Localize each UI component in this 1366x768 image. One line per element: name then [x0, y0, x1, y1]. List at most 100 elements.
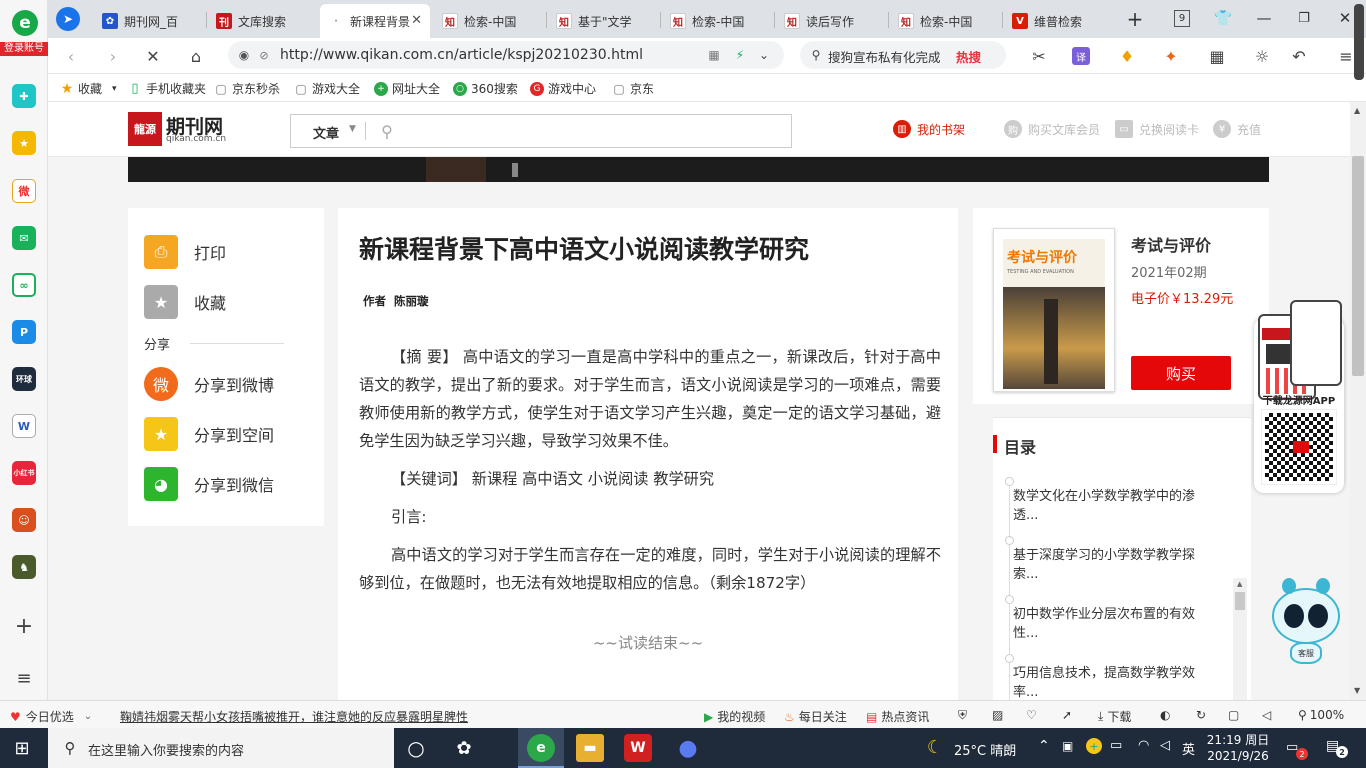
toc-item[interactable]: 巧用信息技术，提高数学教学效率...	[1013, 664, 1213, 700]
tab-1[interactable]: 刊 文库搜索	[208, 4, 320, 38]
buy-membership-link[interactable]: 购购买文库会员	[1004, 120, 1100, 138]
minimize-icon[interactable]: —	[1254, 8, 1274, 28]
tab-2-active[interactable]: · 新课程背景 ✕	[320, 4, 430, 38]
hot-news-button[interactable]: ▤ 热点资讯	[866, 708, 929, 725]
tab-5[interactable]: 知 检索-中国	[662, 4, 774, 38]
site-search-bar[interactable]: 文章 ▼ ⚲	[290, 114, 792, 148]
author-name[interactable]: 陈丽璇	[394, 294, 429, 308]
game-controller-icon[interactable]: ✦	[1160, 45, 1182, 67]
daily-focus-button[interactable]: ♨ 每日关注	[784, 708, 847, 725]
volume-icon[interactable]: ◁	[1160, 738, 1170, 753]
rocket-icon[interactable]: ➚	[1062, 708, 1072, 722]
recharge-link[interactable]: ¥ 充值	[1213, 120, 1261, 138]
task-view-icon[interactable]: ○	[402, 734, 430, 762]
tray-plus-icon[interactable]: +	[1086, 738, 1102, 754]
chevron-down-icon[interactable]: ⌄	[756, 47, 772, 63]
droplet-icon[interactable]: ●	[674, 734, 702, 762]
wifi-icon[interactable]: ◠	[1138, 738, 1149, 753]
bookmark-jd[interactable]: ▢ 京东	[612, 80, 654, 97]
shield-icon[interactable]: ⛨	[958, 708, 967, 723]
journal-cover[interactable]: 考试与评价 TESTING AND EVALUATION	[993, 228, 1115, 392]
my-video-button[interactable]: ▶ 我的视频	[704, 708, 765, 725]
image-icon[interactable]: ▨	[992, 708, 1003, 722]
today-picks[interactable]: ♥ 今日优选 ⌄	[10, 708, 92, 725]
clock-time[interactable]: 21:19 周日	[1206, 731, 1270, 748]
back-icon[interactable]: ‹	[60, 45, 82, 67]
buy-button[interactable]: 购买	[1131, 356, 1231, 390]
journal-name[interactable]: 考试与评价	[1131, 232, 1211, 256]
translate-icon[interactable]: 译	[1072, 47, 1090, 65]
window-icon[interactable]: ▢	[1228, 708, 1239, 722]
restore-icon[interactable]: ❐	[1294, 8, 1314, 28]
search-icon[interactable]: ⚲	[377, 121, 397, 141]
ime-indicator[interactable]: 英	[1182, 739, 1195, 758]
shirt-icon[interactable]: 👕	[1213, 8, 1233, 28]
toc-item[interactable]: 基于深度学习的小学数学教学探索...	[1013, 546, 1213, 584]
undo-icon[interactable]: ↶	[1288, 45, 1310, 67]
windows-start-icon[interactable]: ⊞	[12, 738, 32, 759]
no-camera-icon[interactable]: ⊘	[256, 47, 272, 63]
tab-7[interactable]: 知 检索-中国	[890, 4, 1002, 38]
redeem-card-link[interactable]: ▭ 兑换阅读卡	[1115, 120, 1199, 138]
weibo-icon[interactable]: 微	[12, 179, 36, 203]
toc-item[interactable]: 数学文化在小学数学教学中的渗透...	[1013, 487, 1213, 525]
bookmark-jd-seckill[interactable]: ▢ 京东秒杀	[214, 80, 280, 97]
toc-item[interactable]: 初中数学作业分层次布置的有效性...	[1013, 605, 1213, 643]
share-qzone-button[interactable]: ★ 分享到空间	[144, 417, 274, 451]
bookmark-sites[interactable]: + 网址大全	[374, 80, 440, 97]
add-icon[interactable]: +	[12, 614, 36, 639]
info-icon[interactable]: ◉	[236, 47, 252, 63]
window-scroll-thumb[interactable]	[1354, 4, 1364, 80]
xiaohongshu-icon[interactable]: 小红书	[12, 461, 36, 485]
star-icon[interactable]: ★	[12, 131, 36, 155]
link-icon[interactable]: ∞	[12, 273, 36, 297]
game-icon-2[interactable]: ♞	[12, 555, 36, 579]
mail-icon[interactable]: ✉	[12, 226, 36, 250]
navigation-arrow-icon[interactable]: ➤	[56, 7, 80, 31]
page-scrollbar[interactable]: ▲ ▼	[1350, 102, 1366, 700]
tab-3[interactable]: 知 检索-中国	[434, 4, 546, 38]
news-ticker-link[interactable]: 鞠婧祎烟雾天帮小女孩捂嘴被推开，谁注意她的反应暴露明星脾性	[120, 708, 468, 725]
p-icon[interactable]: P	[12, 320, 36, 344]
print-button[interactable]: ⎙ 打印	[144, 235, 226, 269]
browser-logo-icon[interactable]: e	[12, 10, 38, 36]
my-bookshelf-link[interactable]: ▥ 我的书架	[893, 120, 965, 138]
game-character-icon[interactable]: ☺	[12, 508, 36, 532]
tray-app-icon[interactable]: ▣	[1062, 739, 1073, 753]
weather-text[interactable]: 25°C 晴朗	[954, 740, 1016, 759]
scroll-thumb[interactable]	[1352, 156, 1364, 376]
sound-icon[interactable]: ◐	[1160, 708, 1170, 722]
promo-banner[interactable]	[128, 157, 1269, 182]
pinwheel-icon[interactable]: ✿	[450, 734, 478, 762]
forward-icon[interactable]: ›	[102, 45, 124, 67]
tab-8[interactable]: V 维普检索	[1004, 4, 1116, 38]
search-suggestion[interactable]: 搜狗宣布私有化完成	[828, 47, 941, 66]
tab-0[interactable]: ✿ 期刊网_百	[94, 4, 206, 38]
browser-360-icon[interactable]: e	[527, 734, 555, 762]
download-button[interactable]: ⤓ 下载	[1098, 708, 1131, 725]
customer-service-mascot[interactable]: 客服	[1270, 578, 1342, 668]
close-window-icon[interactable]: ✕	[1335, 8, 1355, 28]
brightness-icon[interactable]: ☼	[1251, 45, 1273, 67]
list-icon[interactable]: ≡	[12, 666, 36, 690]
plus-cross-icon[interactable]: ✚	[12, 84, 36, 108]
apps-grid-icon[interactable]: ▦	[1206, 45, 1228, 67]
qikan-logo[interactable]: 龍源 期刊网 qikan.com.cn	[128, 112, 228, 146]
taskbar-search[interactable]: ⚲ 在这里输入你要搜索的内容	[48, 728, 394, 768]
share-weibo-button[interactable]: 微分享到微博	[144, 367, 274, 401]
app-download-widget[interactable]: 下载龙源网APP	[1254, 300, 1344, 493]
tab-4[interactable]: 知 基于"文学	[548, 4, 660, 38]
word-icon[interactable]: W	[12, 414, 36, 438]
hot-search-badge[interactable]: 热搜	[956, 47, 981, 66]
url-text[interactable]: http://www.qikan.com.cn/article/kspj2021…	[280, 47, 643, 63]
bookmark-mobile[interactable]: ▯ 手机收藏夹	[128, 80, 206, 97]
share-wechat-button[interactable]: ◕ 分享到微信	[144, 467, 274, 501]
url-bar[interactable]: ◉ ⊘ http://www.qikan.com.cn/article/kspj…	[228, 41, 784, 69]
wps-icon[interactable]: W	[624, 734, 652, 762]
toc-scrollbar[interactable]: ▲	[1233, 578, 1247, 700]
new-tab-icon[interactable]: +	[1124, 7, 1146, 31]
speaker-icon[interactable]: ◁	[1262, 708, 1271, 722]
tab-6[interactable]: 知 读后写作	[776, 4, 888, 38]
folder-icon[interactable]: ▬	[576, 734, 604, 762]
home-icon[interactable]: ⌂	[185, 45, 207, 67]
